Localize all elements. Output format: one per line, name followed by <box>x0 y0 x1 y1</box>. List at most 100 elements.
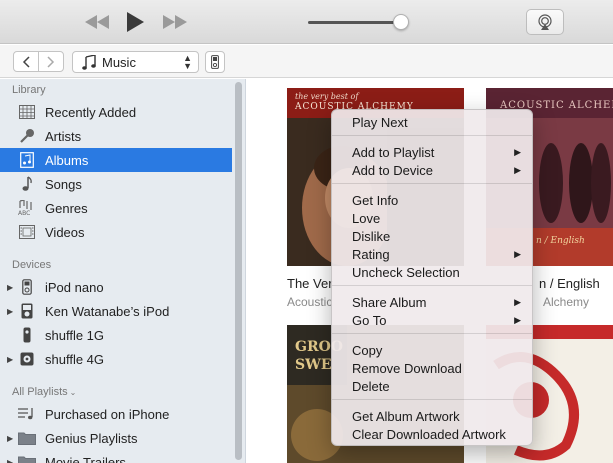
disclosure-triangle-icon[interactable]: ▶ <box>7 283 13 292</box>
menu-item-label: Share Album <box>352 294 427 310</box>
play-button[interactable] <box>124 9 146 35</box>
volume-knob[interactable] <box>393 14 409 30</box>
sidebar-item-label: Recently Added <box>45 104 137 120</box>
album-icon <box>18 151 36 169</box>
svg-text:SWE: SWE <box>295 357 332 373</box>
genres-icon: ABC <box>18 199 36 217</box>
album-title: The Ver <box>287 276 333 291</box>
film-icon <box>18 223 36 241</box>
ipod-icon <box>211 55 219 69</box>
menu-item-label: Delete <box>352 378 390 394</box>
device-button[interactable] <box>205 51 225 73</box>
album-artist: Alchemy <box>543 295 590 309</box>
submenu-arrow-icon: ▶ <box>514 248 521 259</box>
shuffle-square-icon <box>18 350 36 368</box>
back-button[interactable] <box>13 51 39 72</box>
playlists-section-label: All Playlists <box>12 386 68 398</box>
menu-separator <box>332 183 532 184</box>
sidebar-item-shuffle-4g[interactable]: ▶ shuffle 4G <box>0 347 232 371</box>
menu-item-label: Add to Playlist <box>352 144 435 160</box>
menu-item-label: Copy <box>352 342 383 358</box>
sidebar-item-label: Genius Playlists <box>45 430 138 446</box>
menu-item-rating[interactable]: Rating ▶ <box>332 245 532 263</box>
menu-item-get-info[interactable]: Get Info <box>332 191 532 209</box>
sidebar-item-albums[interactable]: Albums <box>0 148 232 172</box>
sidebar-item-genius-playlists[interactable]: ▶ Genius Playlists <box>0 426 232 450</box>
cover-text: the very best of <box>295 92 359 101</box>
menu-item-love[interactable]: Love <box>332 209 532 227</box>
submenu-arrow-icon: ▶ <box>514 296 521 307</box>
menu-item-dislike[interactable]: Dislike <box>332 227 532 245</box>
rewind-icon <box>85 15 109 29</box>
sidebar-item-shuffle-1g[interactable]: shuffle 1G <box>0 323 232 347</box>
sidebar-item-label: Genres <box>45 200 88 216</box>
title-bar <box>0 0 613 44</box>
menu-item-label: Go To <box>352 312 387 328</box>
menu-separator <box>332 285 532 286</box>
submenu-arrow-icon: ▶ <box>514 164 521 175</box>
menu-item-add-to-playlist[interactable]: Add to Playlist ▶ <box>332 143 532 161</box>
menu-item-clear-downloaded-artwork[interactable]: Clear Downloaded Artwork <box>332 425 532 443</box>
menu-item-go-to[interactable]: Go To ▶ <box>332 311 532 329</box>
disclosure-triangle-icon[interactable]: ▶ <box>7 458 13 463</box>
folder-icon <box>18 429 36 447</box>
volume-slider[interactable] <box>308 14 410 30</box>
grid-icon <box>18 103 36 121</box>
disclosure-triangle-icon[interactable]: ▶ <box>7 355 13 364</box>
sidebar-item-label: Albums <box>45 152 89 168</box>
sidebar-item-label: shuffle 4G <box>45 351 105 367</box>
disclosure-triangle-icon[interactable]: ▶ <box>7 434 13 443</box>
select-arrows-icon: ▲ ▼ <box>183 53 192 71</box>
menu-item-label: Uncheck Selection <box>352 264 460 280</box>
rewind-button[interactable] <box>84 9 110 35</box>
menu-item-label: Play Next <box>352 114 408 130</box>
menu-item-share-album[interactable]: Share Album ▶ <box>332 293 532 311</box>
menu-item-uncheck-selection[interactable]: Uncheck Selection <box>332 263 532 281</box>
context-menu: Play Next Add to Playlist ▶ Add to Device… <box>331 109 533 446</box>
sidebar-item-label: Ken Watanabe’s iPod <box>45 303 170 319</box>
sidebar-item-songs[interactable]: Songs <box>0 172 232 196</box>
sidebar-item-recently-added[interactable]: Recently Added <box>0 100 232 124</box>
menu-item-play-next[interactable]: Play Next <box>332 113 532 131</box>
sidebar-scrollbar[interactable] <box>235 82 242 460</box>
menu-item-label: Remove Download <box>352 360 462 376</box>
disclosure-triangle-icon[interactable]: ▶ <box>7 307 13 316</box>
sidebar-item-artists[interactable]: Artists <box>0 124 232 148</box>
sidebar-item-label: Purchased on iPhone <box>45 406 170 422</box>
sidebar-item-ipod-nano[interactable]: ▶ iPod nano <box>0 275 232 299</box>
menu-item-copy[interactable]: Copy <box>332 341 532 359</box>
sidebar-item-label: Artists <box>45 128 82 144</box>
menu-item-remove-download[interactable]: Remove Download <box>332 359 532 377</box>
ipod-nano-icon <box>18 278 36 296</box>
sidebar: Library Recently Added Artists Albums So… <box>0 79 246 463</box>
sidebar-item-label: iPod nano <box>45 279 104 295</box>
shuffle-icon <box>18 326 36 344</box>
sidebar-item-label: Songs <box>45 176 82 192</box>
fast-forward-button[interactable] <box>162 9 188 35</box>
sidebar-item-genres[interactable]: ABC Genres <box>0 196 232 220</box>
sidebar-item-ken-ipod[interactable]: ▶ Ken Watanabe’s iPod <box>0 299 232 323</box>
menu-separator <box>332 135 532 136</box>
music-note-icon <box>18 175 36 193</box>
airplay-button[interactable] <box>526 9 564 35</box>
ipod-icon <box>18 302 36 320</box>
music-note-icon <box>82 54 96 70</box>
sidebar-item-movie-trailers[interactable]: ▶ Movie Trailers <box>0 450 232 463</box>
sidebar-item-label: Movie Trailers <box>45 454 126 463</box>
submenu-arrow-icon: ▶ <box>514 314 521 325</box>
menu-separator <box>332 333 532 334</box>
menu-item-get-album-artwork[interactable]: Get Album Artwork <box>332 407 532 425</box>
sidebar-item-purchased-on-iphone[interactable]: Purchased on iPhone <box>0 402 232 426</box>
devices-section-title: Devices <box>12 259 52 271</box>
menu-item-add-to-device[interactable]: Add to Device ▶ <box>332 161 532 179</box>
chevron-down-icon: ⌄ <box>69 388 77 397</box>
library-section-title: Library <box>12 84 46 96</box>
submenu-arrow-icon: ▶ <box>514 146 521 157</box>
sidebar-item-videos[interactable]: Videos <box>0 220 232 244</box>
media-type-select[interactable]: Music ▲ ▼ <box>72 51 199 73</box>
album-artist: Acoustic <box>287 295 333 309</box>
forward-button[interactable] <box>38 51 64 72</box>
menu-item-delete[interactable]: Delete <box>332 377 532 395</box>
playlists-section-title[interactable]: All Playlists ⌄ <box>12 386 76 398</box>
folder-icon <box>18 453 36 463</box>
